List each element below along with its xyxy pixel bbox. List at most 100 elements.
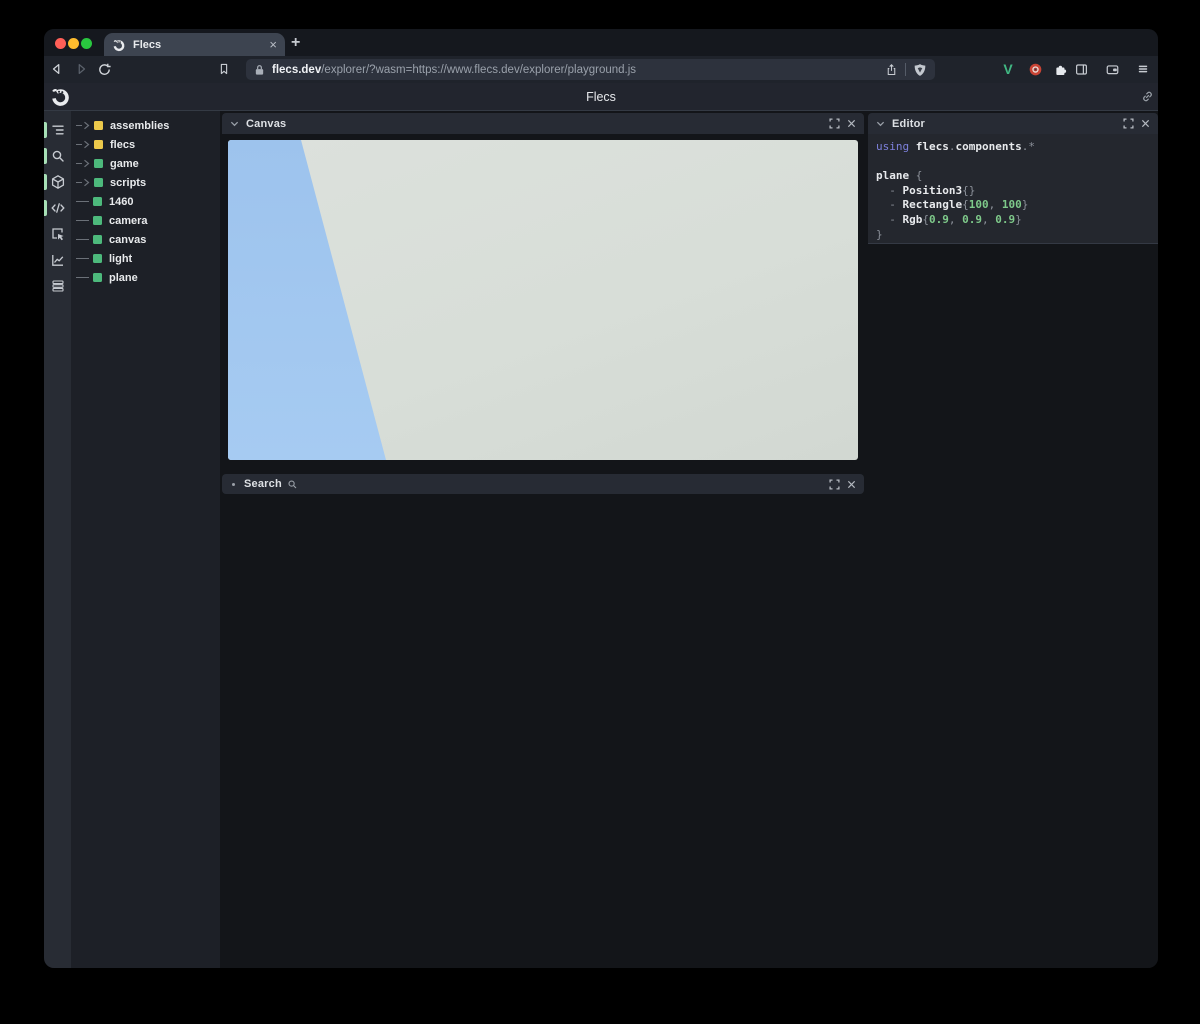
window-close-button[interactable] xyxy=(55,38,66,49)
code-token: } xyxy=(876,228,883,241)
expand-chevron-icon[interactable] xyxy=(83,178,90,187)
code-token: - xyxy=(876,198,903,211)
code-line xyxy=(876,155,1158,170)
search-panel-title: Search xyxy=(244,478,282,490)
desktop-background: Flecs × + xyxy=(0,0,1200,1024)
fullscreen-icon[interactable] xyxy=(829,479,840,490)
browser-menu-button[interactable] xyxy=(1134,60,1152,78)
search-icon xyxy=(287,479,298,490)
extension-red-button[interactable] xyxy=(1026,60,1044,78)
code-token: components xyxy=(956,140,1022,153)
code-token: Rectangle xyxy=(903,198,963,211)
tree-item-plane[interactable]: plane xyxy=(71,268,220,287)
active-panel-indicator xyxy=(44,122,47,138)
browser-tabstrip: Flecs × + xyxy=(44,29,1158,56)
sidebar-tables-button[interactable] xyxy=(44,273,71,299)
tree-item-light[interactable]: light xyxy=(71,249,220,268)
tree-connector xyxy=(76,258,89,259)
flecs-favicon-icon xyxy=(112,38,126,52)
code-icon xyxy=(50,200,66,216)
flecs-logo-icon[interactable] xyxy=(50,86,71,107)
close-icon[interactable] xyxy=(1141,119,1150,128)
code-token: 100 xyxy=(1002,198,1022,211)
brave-shield-icon[interactable] xyxy=(913,63,927,77)
sidebar-stats-button[interactable] xyxy=(44,247,71,273)
code-token: {} xyxy=(962,184,975,197)
code-editor[interactable]: using flecs.components.*plane { - Positi… xyxy=(868,134,1158,244)
window-zoom-button[interactable] xyxy=(81,38,92,49)
entity-label: camera xyxy=(109,215,148,227)
code-token: - xyxy=(876,213,903,226)
code-token: } xyxy=(1022,198,1029,211)
chart-icon xyxy=(50,252,66,268)
tree-item-canvas[interactable]: canvas xyxy=(71,230,220,249)
reload-button[interactable] xyxy=(95,60,113,78)
code-token: plane xyxy=(876,169,909,182)
entity-color-swatch xyxy=(94,178,103,187)
chevron-down-icon[interactable] xyxy=(230,120,239,128)
tree-item-1460[interactable]: 1460 xyxy=(71,192,220,211)
sidebar-editor-button[interactable] xyxy=(44,195,71,221)
sidebar-search-button[interactable] xyxy=(44,143,71,169)
entity-label: light xyxy=(109,253,132,265)
tree-item-flecs[interactable]: flecs xyxy=(71,135,220,154)
wallet-button[interactable] xyxy=(1103,60,1121,78)
expand-chevron-icon[interactable] xyxy=(83,159,90,168)
sidebar-inspect-button[interactable] xyxy=(44,221,71,247)
entity-color-swatch xyxy=(93,273,102,282)
sidebar-toggle-button[interactable] xyxy=(1072,60,1090,78)
vue-icon: V xyxy=(1003,61,1012,77)
code-token: 100 xyxy=(969,198,989,211)
canvas-panel-header[interactable]: Canvas xyxy=(222,113,864,134)
active-panel-indicator xyxy=(44,148,47,164)
entity-label: plane xyxy=(109,272,138,284)
expand-chevron-icon[interactable] xyxy=(83,140,90,149)
forward-button[interactable] xyxy=(72,60,90,78)
tree-item-scripts[interactable]: scripts xyxy=(71,173,220,192)
entity-label: 1460 xyxy=(109,196,133,208)
url-bar[interactable]: flecs.dev/explorer/?wasm=https://www.fle… xyxy=(246,59,935,80)
close-icon[interactable] xyxy=(847,119,856,128)
share-link-icon[interactable] xyxy=(1140,89,1155,104)
fullscreen-icon[interactable] xyxy=(1123,118,1134,129)
expand-chevron-icon[interactable] xyxy=(83,121,90,130)
rows-icon xyxy=(50,278,66,294)
sidebar-entities-button[interactable] xyxy=(44,169,71,195)
tree-connector xyxy=(76,220,89,221)
close-icon[interactable] xyxy=(847,480,856,489)
bookmark-button[interactable] xyxy=(215,60,233,78)
extensions-button[interactable] xyxy=(1051,60,1069,78)
window-minimize-button[interactable] xyxy=(68,38,79,49)
entity-color-swatch xyxy=(93,235,102,244)
tree-connector xyxy=(76,277,89,278)
active-panel-indicator xyxy=(44,200,47,216)
tree-item-assemblies[interactable]: assemblies xyxy=(71,116,220,135)
browser-tab-flecs[interactable]: Flecs × xyxy=(104,33,285,56)
tree-connector xyxy=(76,201,89,202)
tab-close-icon[interactable]: × xyxy=(269,38,277,51)
sidebar-tree-button[interactable] xyxy=(44,117,71,143)
code-token: { xyxy=(922,213,929,226)
share-icon[interactable] xyxy=(885,63,898,77)
code-token: , xyxy=(982,213,995,226)
tree-connector xyxy=(76,239,89,240)
tree-item-game[interactable]: game xyxy=(71,154,220,173)
new-tab-button[interactable]: + xyxy=(291,34,300,52)
vue-devtools-button[interactable]: V xyxy=(999,60,1017,78)
code-line: using flecs.components.* xyxy=(876,140,1158,155)
editor-panel-header[interactable]: Editor xyxy=(868,113,1158,134)
chevron-down-icon[interactable] xyxy=(876,120,885,128)
bookmark-icon xyxy=(217,62,231,76)
tree-connector xyxy=(76,163,82,164)
url-text: flecs.dev/explorer/?wasm=https://www.fle… xyxy=(272,64,636,76)
tree-connector xyxy=(76,182,82,183)
back-button[interactable] xyxy=(48,60,66,78)
code-token: 0.9 xyxy=(995,213,1015,226)
search-panel-header[interactable]: Search xyxy=(222,474,864,494)
entity-label: flecs xyxy=(110,139,135,151)
canvas-viewport[interactable] xyxy=(228,140,858,460)
fullscreen-icon[interactable] xyxy=(829,118,840,129)
entity-color-swatch xyxy=(93,197,102,206)
collapsed-indicator-icon[interactable] xyxy=(232,483,235,486)
tree-item-camera[interactable]: camera xyxy=(71,211,220,230)
